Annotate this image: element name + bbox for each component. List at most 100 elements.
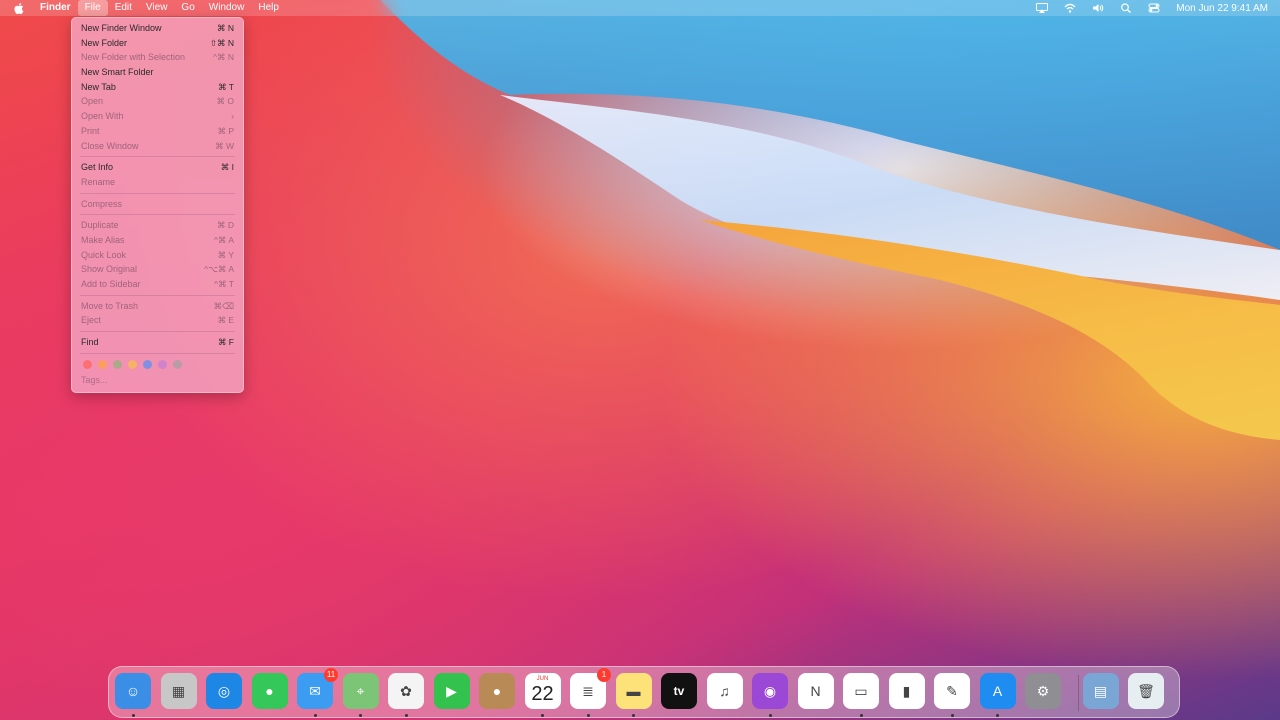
menu-edit[interactable]: Edit: [108, 0, 139, 16]
menu-item-label: New Tab: [81, 81, 116, 92]
dock-pages-icon[interactable]: ✎: [934, 673, 970, 709]
menu-item-label: Show Original: [81, 264, 138, 275]
dock-messages-icon[interactable]: ●: [251, 673, 288, 709]
dock-app-store-icon[interactable]: A: [979, 673, 1016, 709]
menu-item-label: New Folder with Selection: [81, 52, 186, 63]
menu-finder[interactable]: Finder: [33, 0, 78, 16]
menu-item-label: Eject: [81, 315, 102, 326]
dock-finder-icon[interactable]: ☺: [115, 673, 151, 709]
menu-window[interactable]: Window: [202, 0, 252, 16]
tag-color-dot[interactable]: [173, 360, 182, 370]
menu-item-new-folder-with-selection: New Folder with Selection ^⌘ N: [72, 50, 243, 65]
menu-item-quick-look: Quick Look ⌘ Y: [72, 248, 243, 263]
search-icon[interactable]: [1120, 3, 1132, 13]
dock-trash-icon[interactable]: 🗑: [1128, 673, 1164, 709]
menu-item-new-finder-window[interactable]: New Finder Window ⌘ N: [72, 21, 243, 36]
dock-icon-glyph: A: [992, 683, 1003, 699]
menu-item-get-info[interactable]: Get Info ⌘ I: [72, 160, 243, 175]
menu-item-shortcut: ⇧⌘ N: [209, 37, 234, 48]
dock-safari-icon[interactable]: ◎: [206, 673, 242, 709]
dock-tv-icon[interactable]: tv: [661, 673, 697, 709]
dock-icon-glyph: ◉: [763, 682, 777, 699]
running-indicator: [996, 714, 999, 717]
dock-podcasts-icon[interactable]: ◉: [752, 673, 788, 709]
menu-separator: [80, 331, 235, 333]
menu-file[interactable]: File: [77, 0, 108, 16]
dock-icon-glyph: ☺: [125, 683, 141, 699]
notification-badge: 11: [324, 668, 338, 682]
menu-item-make-alias: Make Alias ^⌘ A: [72, 233, 243, 248]
dock-maps-icon[interactable]: ⌖: [342, 673, 379, 709]
tag-color-dot[interactable]: [143, 360, 152, 370]
dock-contacts-icon[interactable]: ●: [479, 673, 515, 709]
tag-color-dot[interactable]: [158, 360, 167, 370]
running-indicator: [768, 714, 772, 717]
menu-item-new-tab[interactable]: New Tab ⌘ T: [72, 80, 243, 95]
dock-icon-glyph: ≣: [582, 682, 594, 699]
dock-icon-glyph: ◎: [217, 682, 231, 699]
dock-music-icon[interactable]: ♫: [706, 673, 743, 709]
running-indicator: [859, 714, 863, 717]
volume-icon[interactable]: [1092, 3, 1104, 13]
menu-item-new-smart-folder[interactable]: New Smart Folder: [72, 65, 243, 80]
dock-facetime-icon[interactable]: ▶: [433, 673, 470, 709]
dock-reminders-icon[interactable]: ≣ 1: [570, 668, 611, 709]
dock-keynote-icon[interactable]: ▭: [843, 673, 879, 709]
tag-color-dot[interactable]: [128, 360, 137, 370]
menu-item-shortcut: ›: [231, 111, 234, 122]
dock-numbers-icon[interactable]: ▮: [888, 673, 925, 709]
calendar-month: JUN: [536, 676, 549, 682]
dock-system-preferences-icon[interactable]: ⚙: [1025, 673, 1061, 709]
dock-mail-icon[interactable]: ✉ 11: [297, 668, 338, 709]
running-indicator: [632, 714, 635, 717]
menu-item-shortcut: ⌘ D: [217, 220, 234, 231]
menu-go[interactable]: Go: [174, 0, 201, 16]
dock-notes-icon[interactable]: ▬: [615, 673, 652, 709]
menu-separator: [80, 156, 235, 158]
menu-item-eject: Eject ⌘ E: [72, 313, 243, 328]
dock-icon-glyph: ▮: [902, 682, 911, 699]
menu-item-label: Quick Look: [81, 249, 127, 260]
control-center-icon[interactable]: [1148, 3, 1160, 13]
dock-icon-glyph: ●: [492, 683, 502, 699]
menu-item-label: Get Info: [81, 162, 114, 173]
menu-view[interactable]: View: [139, 0, 175, 16]
menu-separator: [80, 214, 235, 216]
file-menu-dropdown: New Finder Window ⌘ N New Folder ⇧⌘ N New Fo…: [71, 17, 244, 393]
airplay-icon[interactable]: [1036, 3, 1049, 13]
dock-icon-glyph: ⌖: [356, 682, 365, 699]
dock-news-icon[interactable]: N: [797, 673, 834, 709]
running-indicator: [131, 714, 135, 717]
dock-downloads-stack-icon[interactable]: ▤: [1082, 673, 1119, 709]
menu-item-duplicate: Duplicate ⌘ D: [72, 218, 243, 233]
tag-color-dot[interactable]: [98, 360, 107, 370]
menu-item-find[interactable]: Find ⌘ F: [72, 335, 243, 350]
menu-bar: Finder File Edit View Go Window Help Mon…: [0, 0, 1280, 16]
dock-photos-icon[interactable]: ✿: [388, 673, 424, 709]
menu-separator: [80, 192, 235, 194]
menu-item-new-folder[interactable]: New Folder ⇧⌘ N: [72, 36, 243, 51]
menu-item-shortcut: ^⌥⌘ A: [204, 264, 234, 275]
tag-color-dot[interactable]: [83, 360, 92, 370]
running-indicator: [950, 714, 954, 717]
menu-bar-clock[interactable]: Mon Jun 22 9:41 AM: [1176, 3, 1268, 14]
menu-item-shortcut: ⌘ F: [217, 337, 234, 348]
dock-icon-glyph: ▶: [446, 682, 457, 699]
menu-item-tags[interactable]: Tags...: [72, 373, 243, 388]
apple-icon[interactable]: [14, 2, 24, 14]
wifi-icon[interactable]: [1064, 3, 1076, 13]
dock-calendar-icon[interactable]: JUN 22: [524, 673, 561, 709]
menu-item-label: New Smart Folder: [81, 67, 154, 78]
dock-icon-glyph: ⚙: [1036, 682, 1050, 699]
running-indicator: [586, 714, 590, 717]
menu-item-shortcut: ⌘ I: [220, 162, 234, 173]
dock-launchpad-icon[interactable]: ▦: [160, 673, 197, 709]
running-indicator: [404, 714, 408, 717]
tag-color-row: [72, 357, 243, 373]
tag-color-dot[interactable]: [113, 360, 122, 370]
menu-item-shortcut: ⌘ P: [217, 125, 234, 136]
dock-icon-glyph: ▭: [854, 682, 868, 699]
menu-help[interactable]: Help: [251, 0, 286, 16]
menu-item-shortcut: ^⌘ N: [213, 52, 234, 63]
menu-separator: [80, 352, 235, 354]
